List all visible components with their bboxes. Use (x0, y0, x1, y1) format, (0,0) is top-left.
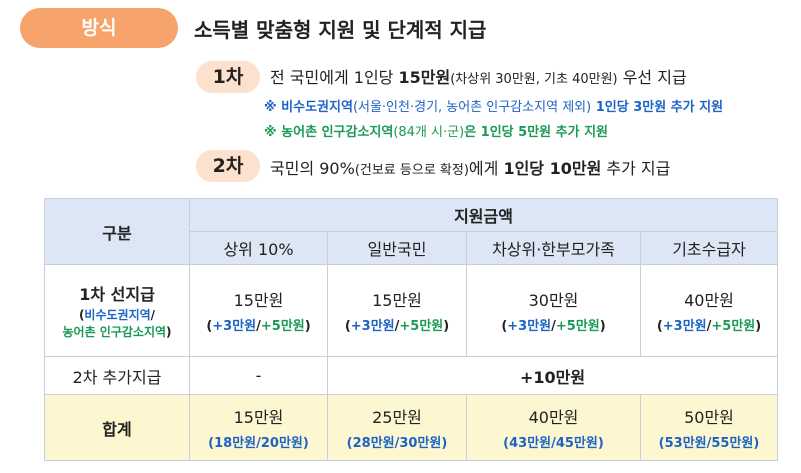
header-top10: 상위 10% (189, 231, 328, 265)
header-near-poor: 차상위·한부모가족 (466, 231, 641, 265)
cell-round2-merged: +10만원 (326, 356, 779, 395)
round1-text: 전 국민에게 1인당 15만원(차상위 30만원, 기초 40만원) 우선 지급 (270, 68, 687, 87)
row-label-total: 합계 (44, 394, 190, 461)
method-badge: 방식 (20, 8, 178, 48)
support-table: 구분 지원금액 상위 10% 일반국민 차상위·한부모가족 기초수급자 1차 선… (44, 198, 779, 461)
header-basic-recipient: 기초수급자 (639, 231, 779, 265)
cell-total-basic: 50만원 (53만원/55만원) (639, 394, 779, 461)
cell-total-general: 25만원 (28만원/30만원) (327, 394, 467, 461)
round2-text: 국민의 90%(건보료 등으로 확정)에게 1인당 10만원 추가 지급 (270, 159, 671, 178)
row-label-round1: 1차 선지급 (비수도권지역/농어촌 인구감소지역) (44, 264, 190, 357)
table-row-round2: 2차 추가지급 - +10만원 (44, 356, 779, 395)
cell-round1-basic: 40만원 (+3만원/+5만원) (639, 264, 779, 357)
cell-round1-near-poor: 30만원 (+3만원/+5만원) (466, 264, 641, 357)
table-row-round1: 1차 선지급 (비수도권지역/농어촌 인구감소지역) 15만원 (+3만원/+5만… (44, 264, 779, 357)
table-row-total: 합계 15만원 (18만원/20만원) 25만원 (28만원/30만원) 40만원(… (44, 394, 779, 461)
cell-round1-top10: 15만원 (+3만원/+5만원) (189, 264, 328, 357)
page-title: 소득별 맞춤형 지원 및 단계적 지급 (194, 18, 487, 42)
round1-badge: 1차 (196, 61, 260, 93)
round1-note-nonmetro: ※ 비수도권지역(서울·인천·경기, 농어촌 인구감소지역 제외) 1인당 3만… (264, 100, 724, 115)
header-amount-group: 지원금액 (188, 198, 779, 232)
round1-note-rural: ※ 농어촌 인구감소지역(84개 시·군)은 1인당 5만원 추가 지원 (264, 125, 609, 140)
header-category: 구분 (44, 198, 190, 265)
cell-round1-general: 15만원 (+3만원/+5만원) (327, 264, 467, 357)
cell-total-near-poor: 40만원 (43만원/45만원) (466, 394, 641, 461)
row-label-round2: 2차 추가지급 (44, 356, 190, 395)
cell-round2-top10: - (189, 356, 328, 395)
round2-badge: 2차 (196, 150, 260, 182)
header-general: 일반국민 (327, 231, 467, 265)
cell-total-top10: 15만원 (18만원/20만원) (189, 394, 328, 461)
